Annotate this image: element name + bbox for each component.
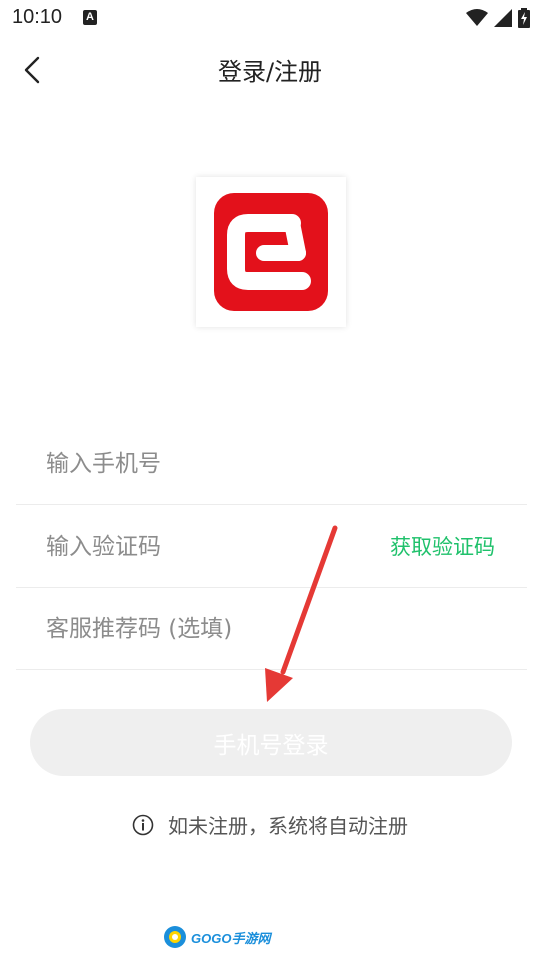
logo-e-icon [214, 193, 328, 311]
annotation-arrow [265, 525, 338, 702]
signal-icon [494, 9, 512, 27]
info-icon [132, 814, 154, 835]
watermark-text: GOGO手游网 [191, 930, 271, 946]
phone-field-row [16, 423, 527, 505]
notice-text: 如未注册，系统将自动注册 [168, 814, 408, 838]
get-code-button[interactable]: 获取验证码 [390, 506, 495, 588]
battery-charging-icon [518, 8, 530, 28]
status-bar: 10:10 A [0, 0, 540, 36]
app-logo [196, 177, 346, 327]
page-title: 登录/注册 [217, 58, 323, 86]
notification-a-icon: A [83, 10, 97, 25]
nav-bar: 登录/注册 [0, 36, 540, 100]
status-time: 10:10 [12, 6, 63, 28]
phone-login-button[interactable]: 手机号登录 [30, 709, 512, 776]
wifi-icon [466, 9, 488, 26]
status-icons [466, 8, 530, 28]
phone-input[interactable] [46, 423, 376, 505]
watermark: GOGO手游网 [163, 925, 270, 949]
auto-register-notice: 如未注册，系统将自动注册 [0, 810, 540, 839]
gogo-logo-icon [164, 926, 186, 948]
